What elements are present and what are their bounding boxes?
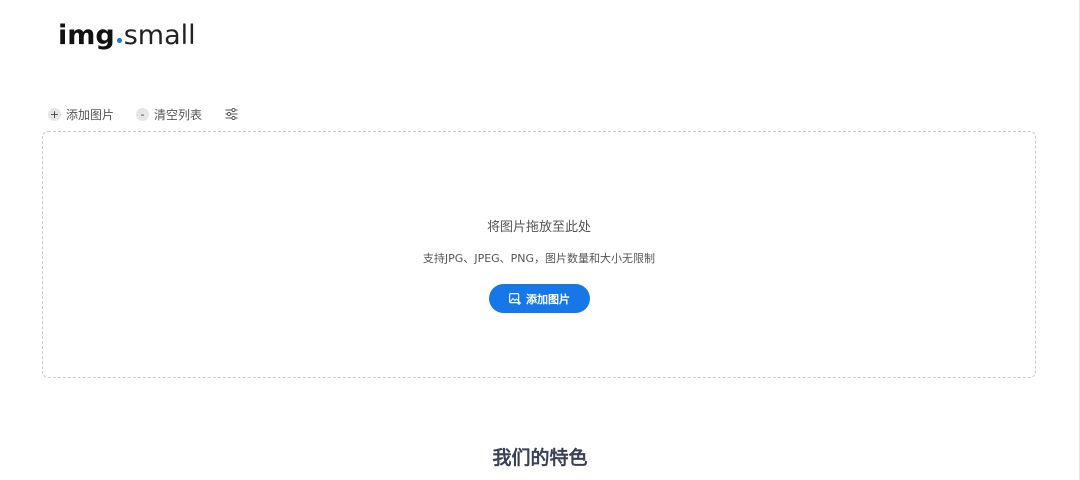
plus-icon: + (48, 107, 61, 121)
drop-zone-title: 将图片拖放至此处 (486, 220, 591, 235)
image-add-icon (509, 292, 521, 305)
add-images-label: 添加图片 (66, 107, 115, 122)
add-images-button-label: 添加图片 (526, 292, 570, 306)
features-heading: 我们的特色 (492, 447, 588, 469)
clear-list-label: 清空列表 (154, 107, 203, 122)
logo-dot (116, 38, 122, 43)
clear-list-button[interactable]: - 清空列表 (136, 106, 202, 123)
drop-zone[interactable]: 将图片拖放至此处 支持JPG、JPEG、PNG，图片数量和大小无限制 添加图片 (42, 131, 1036, 378)
toolbar: + 添加图片 - 清空列表 (48, 105, 238, 123)
add-images-button[interactable]: 添加图片 (489, 284, 590, 313)
logo-text-bold: img (58, 20, 115, 51)
logo[interactable]: img small (58, 20, 196, 60)
add-images-toolbar-button[interactable]: + 添加图片 (48, 106, 114, 123)
page: img small + 添加图片 - 清空列表 将图片拖放至此处 支持JPG、J… (0, 0, 1080, 480)
drop-zone-subtitle: 支持JPG、JPEG、PNG，图片数量和大小无限制 (422, 252, 656, 265)
minus-icon: - (136, 107, 150, 121)
sliders-icon[interactable] (224, 107, 238, 121)
logo-text-light: small (123, 20, 196, 51)
